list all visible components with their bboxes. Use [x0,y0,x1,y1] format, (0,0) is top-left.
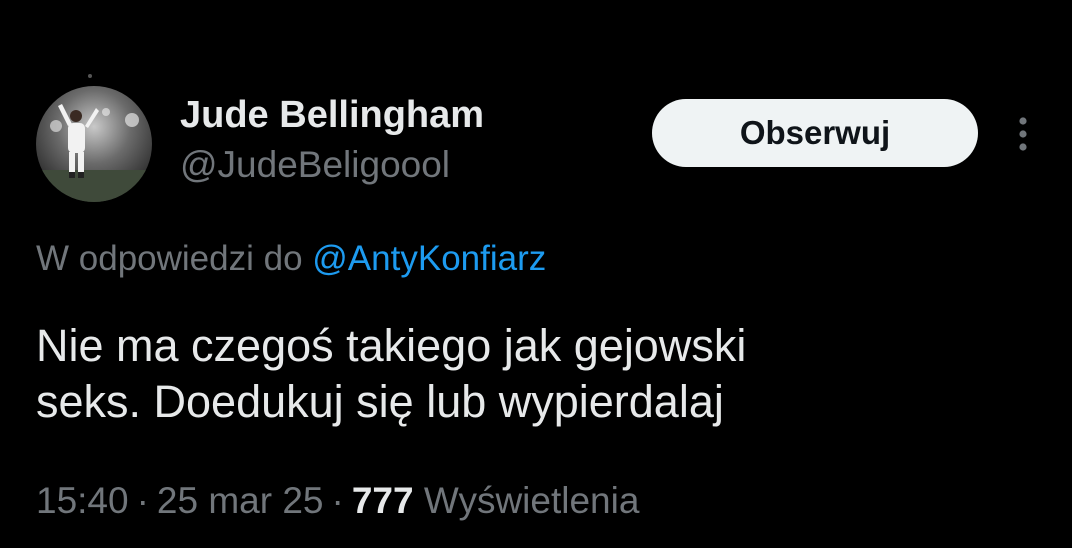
follow-button[interactable]: Obserwuj [652,99,978,167]
decorative-dot [88,74,92,78]
author-display-name[interactable]: Jude Bellingham [180,92,484,138]
tweet-text-line-1: Nie ma czegoś takiego jak gejowski [36,320,747,371]
more-vertical-icon [1019,117,1027,151]
author-handle[interactable]: @JudeBeligoool [180,142,484,188]
tweet-text: Nie ma czegoś takiego jak gejowski seks.… [36,318,1036,430]
tweet-meta: 15:40 · 25 mar 25 · 777 Wyświetlenia [36,478,639,524]
reply-prefix: W odpowiedzi do [36,239,303,278]
views-label: Wyświetlenia [423,480,640,521]
reply-context: W odpowiedzi do @AntyKonfiarz [36,236,546,282]
tweet-card: Jude Bellingham @JudeBeligoool Obserwuj … [0,0,1072,548]
meta-separator: · [331,480,344,521]
more-options-button[interactable] [1006,112,1040,156]
author-info: Jude Bellingham @JudeBeligoool [180,92,484,188]
tweet-time[interactable]: 15:40 [36,480,129,521]
tweet-text-line-2: seks. Doedukuj się lub wypierdalaj [36,376,724,427]
tweet-date[interactable]: 25 mar 25 [157,480,324,521]
views-count: 777 [351,480,414,521]
avatar[interactable] [36,86,152,202]
profile-photo-icon [36,86,152,202]
reply-mention-link[interactable]: @AntyKonfiarz [312,239,546,278]
meta-separator: · [136,480,149,521]
